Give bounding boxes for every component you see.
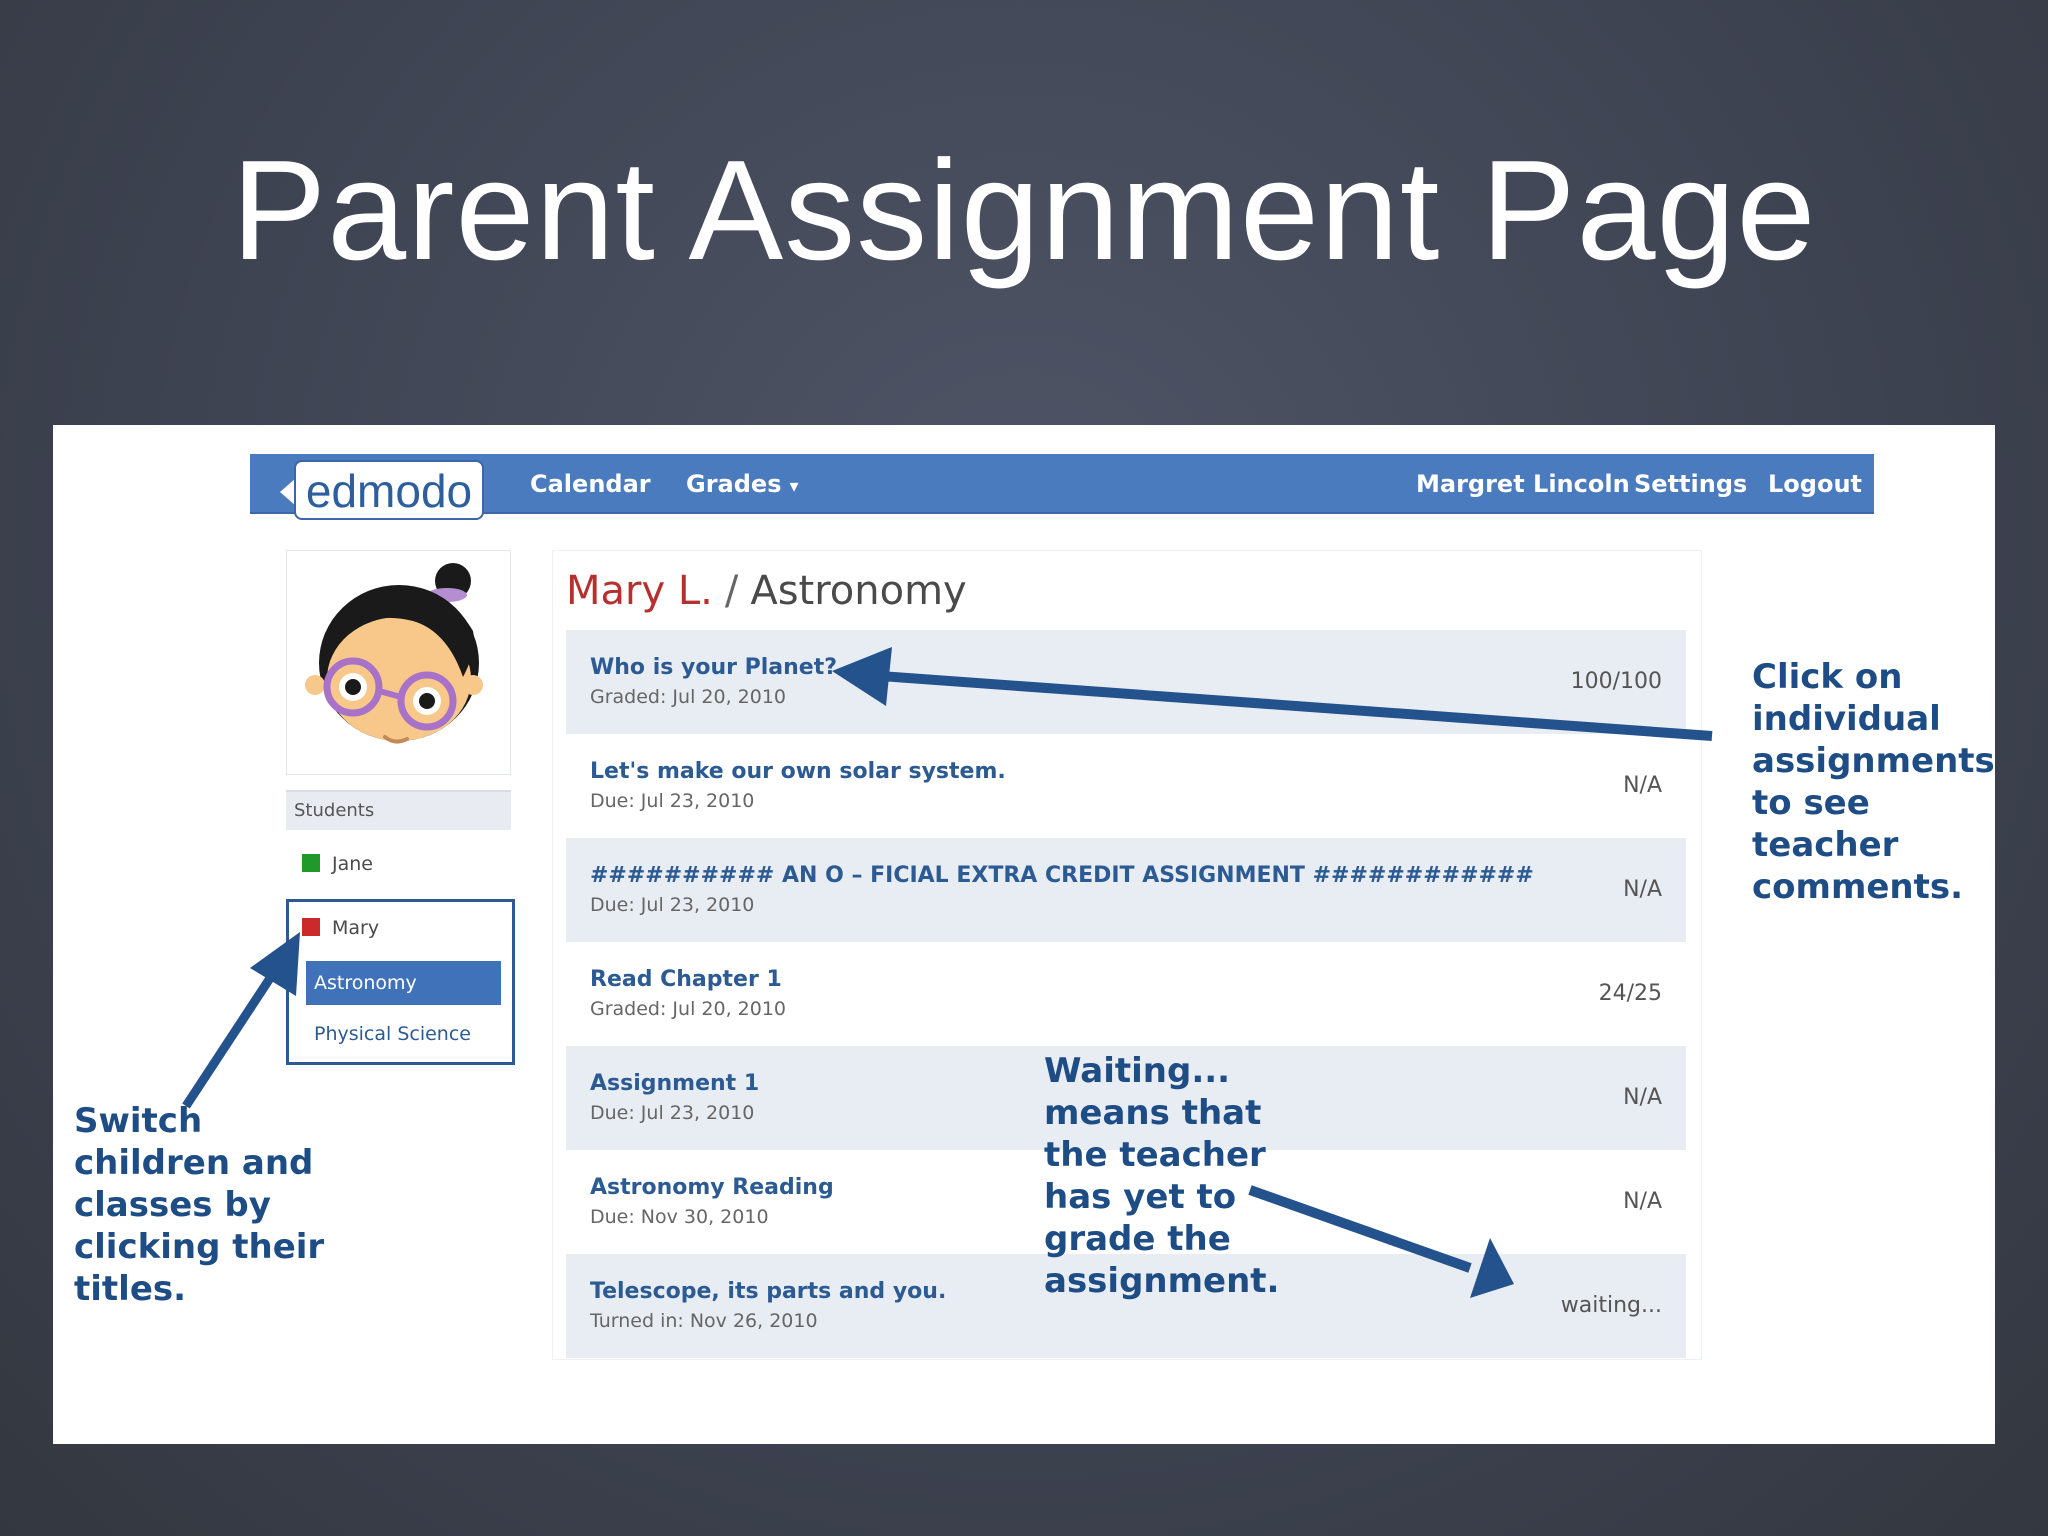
student-color-swatch [302, 854, 320, 872]
callout-line: means that [1044, 1093, 1262, 1133]
callout-line: to see [1752, 783, 1870, 823]
breadcrumb-separator: / [724, 568, 739, 614]
assignment-score: waiting... [1560, 1293, 1662, 1318]
assignment-title[interactable]: ########## AN O – FICIAL EXTRA CREDIT AS… [590, 862, 1534, 890]
nav-settings[interactable]: Settings [1634, 466, 1747, 502]
callout-waiting: Waiting... means that the teacher has ye… [1044, 1050, 1279, 1302]
assignment-row[interactable]: ########## AN O – FICIAL EXTRA CREDIT AS… [566, 838, 1686, 942]
assignment-date: Due: Jul 23, 2010 [590, 894, 755, 916]
assignment-date: Due: Jul 23, 2010 [590, 1102, 755, 1124]
nav-user-name[interactable]: Margret Lincoln [1416, 466, 1630, 502]
callout-line: Switch [74, 1101, 203, 1141]
callout-line: assignments [1752, 741, 1995, 781]
student-name: Mary [332, 917, 380, 939]
student-color-swatch [302, 918, 320, 936]
callout-line: has yet to [1044, 1177, 1237, 1217]
callout-line: classes by [74, 1185, 271, 1225]
callout-line: individual [1752, 699, 1941, 739]
avatar [286, 550, 511, 775]
callout-line: grade the [1044, 1219, 1231, 1259]
callout-switch-children: Switch children and classes by clicking … [74, 1100, 324, 1310]
nav-logout[interactable]: Logout [1768, 466, 1862, 502]
callout-line: assignment. [1044, 1261, 1280, 1301]
callout-line: clicking their [74, 1227, 325, 1267]
callout-line: titles. [74, 1269, 187, 1309]
callout-line: Click on [1752, 657, 1903, 697]
assignment-date: Turned in: Nov 26, 2010 [590, 1310, 818, 1332]
assignment-row[interactable]: Who is your Planet? Graded: Jul 20, 2010… [566, 630, 1686, 734]
assignment-date: Graded: Jul 20, 2010 [590, 686, 787, 708]
assignment-date: Due: Nov 30, 2010 [590, 1206, 769, 1228]
assignment-title[interactable]: Assignment 1 [590, 1070, 759, 1098]
top-nav-bar [250, 454, 1874, 514]
assignment-score: N/A [1623, 773, 1662, 798]
class-item-astronomy[interactable]: Astronomy [306, 961, 501, 1005]
assignment-score: N/A [1623, 1085, 1662, 1110]
callout-click-assignments: Click on individual assignments to see t… [1752, 656, 1995, 908]
callout-line: Waiting... [1044, 1051, 1231, 1091]
breadcrumb-class: Astronomy [750, 568, 967, 614]
student-avatar-icon [305, 563, 483, 744]
slide-title: Parent Assignment Page [231, 131, 1817, 290]
students-header: Students [286, 790, 511, 830]
assignment-title[interactable]: Telescope, its parts and you. [590, 1278, 946, 1306]
assignment-row[interactable]: Read Chapter 1 Graded: Jul 20, 2010 24/2… [566, 942, 1686, 1046]
student-item-mary[interactable]: Mary [302, 915, 379, 941]
assignment-title[interactable]: Read Chapter 1 [590, 966, 782, 994]
breadcrumb-student[interactable]: Mary L. [566, 568, 713, 614]
callout-line: children and [74, 1143, 314, 1183]
assignment-score: 100/100 [1570, 669, 1662, 694]
assignment-score: N/A [1623, 877, 1662, 902]
assignment-title[interactable]: Astronomy Reading [590, 1174, 834, 1202]
nav-grades-label: Grades [686, 470, 782, 498]
student-item-jane[interactable]: Jane [302, 851, 373, 877]
assignment-title[interactable]: Let's make our own solar system. [590, 758, 1006, 786]
assignment-score: 24/25 [1598, 981, 1662, 1006]
chevron-down-icon: ▾ [789, 476, 799, 497]
class-item-physical-science[interactable]: Physical Science [306, 1012, 501, 1056]
callout-line: the teacher [1044, 1135, 1266, 1175]
callout-line: comments. [1752, 867, 1964, 907]
assignment-title[interactable]: Who is your Planet? [590, 654, 837, 682]
assignment-row[interactable]: Let's make our own solar system. Due: Ju… [566, 734, 1686, 838]
nav-calendar[interactable]: Calendar [530, 466, 651, 502]
edmodo-logo[interactable]: edmodo [294, 460, 484, 520]
student-name: Jane [332, 853, 373, 875]
assignment-score: N/A [1623, 1189, 1662, 1214]
nav-grades[interactable]: Grades ▾ [686, 466, 799, 505]
callout-line: teacher [1752, 825, 1899, 865]
assignment-date: Due: Jul 23, 2010 [590, 790, 755, 812]
assignment-date: Graded: Jul 20, 2010 [590, 998, 787, 1020]
breadcrumb: Mary L. / Astronomy [566, 566, 967, 616]
